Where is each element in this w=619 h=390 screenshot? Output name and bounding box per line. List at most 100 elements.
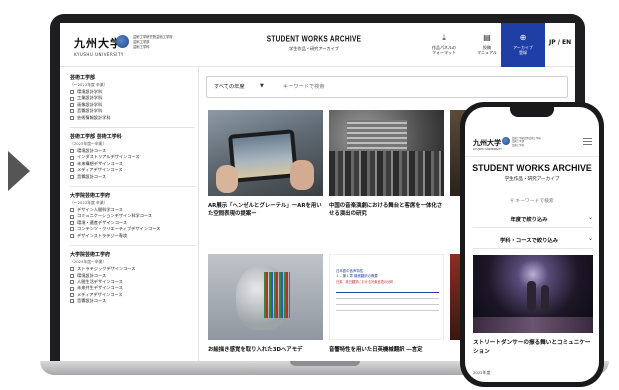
checkbox-icon — [70, 221, 74, 226]
divider — [70, 245, 195, 247]
play-arrow-icon — [8, 151, 30, 191]
phone-title-jp: 学生作品・研究アーカイブ — [504, 177, 560, 182]
phone-title-en: STUDENT WORKS ARCHIVE — [472, 163, 592, 173]
checkbox-icon — [70, 90, 74, 95]
checkbox-icon — [70, 155, 74, 160]
phone-card-year: 2022年度 — [473, 370, 491, 375]
divider — [465, 156, 599, 157]
plus-circle-icon: ⊕ — [519, 33, 527, 42]
card-caption: お絵描き感覚を取り入れた3Dヘアモデ — [208, 347, 303, 353]
site-title-jp: 学生作品・研究アーカイブ — [289, 46, 339, 51]
filter-year-toggle[interactable]: 年度で絞り込み ⌄ — [473, 210, 593, 228]
checkbox-item[interactable]: 音響設計コース — [70, 298, 198, 304]
filter-group: 芸術工学部 （〜2022年度 卒業） 環境設計学科 工業設計学科 画像設計学科 … — [70, 75, 198, 121]
nav-archive-register[interactable]: ⊕ アーカイブ 登録 — [501, 23, 545, 67]
filter-group: 大学院芸術工学府 （2023年度〜卒業） ストラテジックデザインコース 環境設計… — [70, 252, 198, 304]
nav-label: 作品パネルの フォーマット — [432, 45, 456, 55]
card-image: 日本語の音声特性 １．第１章 機械翻訳の概要 日英、英日翻訳における対象言語の分… — [329, 254, 444, 340]
chevron-down-icon: ⌄ — [587, 235, 593, 242]
card-image — [329, 110, 444, 196]
checkbox-icon — [70, 214, 74, 219]
checkbox-icon — [70, 233, 74, 238]
university-emblem-icon — [116, 35, 129, 48]
search-filter-bar: すべての年度 ▼ キーワードで検索 — [206, 76, 568, 98]
checkbox-icon — [70, 267, 74, 272]
phone-search-input[interactable]: ⚲ キーワードで検索 — [465, 197, 599, 204]
laptop-base-notch — [290, 361, 360, 366]
filter-course-label: 学科・コースで絞り込み — [499, 238, 558, 244]
checkbox-label: 音響設計コース — [77, 173, 107, 179]
group-title: 芸術工学部 — [70, 75, 96, 81]
crowd-graphic — [329, 151, 444, 196]
caret-down-icon[interactable]: ▼ — [260, 83, 264, 89]
checkbox-icon — [70, 208, 74, 213]
keyword-search-input[interactable]: キーワードで検索 — [283, 83, 325, 90]
work-card[interactable]: お絵描き感覚を取り入れた3Dヘアモデ — [208, 254, 323, 354]
download-icon: ⤓ — [442, 33, 446, 42]
checkbox-icon — [70, 109, 74, 114]
phone-logo-en: KYUSHU UNIVERSITY — [473, 147, 502, 151]
checkbox-icon — [70, 174, 74, 179]
dancer-graphic — [527, 281, 536, 311]
university-emblem-icon — [502, 137, 510, 145]
filter-year-label: 年度で絞り込み — [510, 217, 548, 223]
checkbox-item[interactable]: 芸術情報設計学科 — [70, 115, 198, 121]
divider — [70, 127, 195, 129]
checkbox-label: デザインストラテジー専攻 — [77, 232, 128, 238]
work-card[interactable]: 日本語の音声特性 １．第１章 機械翻訳の概要 日英、英日翻訳における対象言語の分… — [329, 254, 444, 354]
group-years: （2023年度〜卒業） — [70, 259, 107, 265]
checkbox-item[interactable]: 音響設計コース — [70, 174, 198, 180]
chevron-down-icon: ⌄ — [587, 214, 593, 221]
sidebar-filter: 芸術工学部 （〜2022年度 卒業） 環境設計学科 工業設計学科 画像設計学科 … — [60, 67, 199, 361]
checkbox-icon — [70, 299, 74, 304]
checkbox-icon — [70, 103, 74, 108]
hand-graphic — [290, 160, 314, 190]
hair-strands-graphic — [264, 272, 290, 318]
year-select[interactable]: すべての年度 — [214, 83, 245, 90]
divider — [70, 186, 195, 188]
checkbox-icon — [70, 280, 74, 285]
nav-label: 投稿 マニュアル — [477, 45, 497, 55]
checkbox-icon — [70, 96, 74, 101]
group-years: （〜2022年度 卒業） — [70, 82, 108, 87]
card-caption: AR展示「ヘンゼルとグレーテル」ーARを用いた空間表現の提案ー — [208, 203, 322, 217]
group-title: 大学院芸術工学府 — [70, 252, 111, 259]
phone-card-caption: ストリートダンサーの振る舞いとコミュニケーション — [473, 340, 591, 355]
group-years: （〜2022年度 卒業） — [70, 200, 108, 206]
checkbox-icon — [70, 292, 74, 297]
checkbox-icon — [70, 149, 74, 154]
site-title-en: STUDENT WORKS ARCHIVE — [266, 34, 362, 45]
nav-panel-format[interactable]: ⤓ 作品パネルの フォーマット — [422, 23, 466, 67]
filter-group: 大学院芸術工学府 （〜2022年度 卒業） デザイン人間科学コース コミュニケー… — [70, 193, 198, 239]
checkbox-icon — [70, 115, 74, 120]
doc-table — [336, 287, 439, 311]
site-header: 九州大学 KYUSHU UNIVERSITY 芸術工学研究院芸術工学府 芸術工学… — [60, 23, 575, 67]
phone-screen: 九州大学 KYUSHU UNIVERSITY 芸術工学研究院芸術工学府 芸術工学… — [465, 107, 599, 382]
checkbox-item[interactable]: デザインストラテジー専攻 — [70, 233, 198, 239]
site-title[interactable]: STUDENT WORKS ARCHIVE 学生作品・研究アーカイブ — [266, 34, 362, 52]
group-title: 大学院芸術工学府 — [70, 193, 111, 200]
stage-floor-graphic — [473, 317, 593, 333]
nav-label: アーカイブ 登録 — [513, 45, 533, 55]
group-title: 芸術工学部 芸術工学科 — [70, 134, 122, 141]
hand-graphic — [216, 165, 238, 193]
stage-graphic — [347, 120, 407, 152]
hamburger-menu-icon[interactable] — [583, 138, 592, 147]
checkbox-label: 芸術情報設計学科 — [77, 114, 111, 120]
language-switch[interactable]: JP / EN — [549, 39, 571, 46]
work-card[interactable]: 中国の音楽演劇における舞台と客席を一体化させる演出の研究 — [329, 110, 444, 218]
filter-group: 芸術工学部 芸術工学科 （2023年度〜卒業） 環境設計コース インダストリアル… — [70, 134, 198, 180]
checkbox-icon — [70, 168, 74, 173]
checkbox-icon — [70, 286, 74, 291]
dancer-graphic — [541, 285, 549, 311]
card-caption: 音響特性を用いた日英機械翻訳 ―言定 — [329, 347, 423, 353]
phone-notch — [510, 107, 554, 117]
work-card[interactable]: AR展示「ヘンゼルとグレーテル」ーARを用いた空間表現の提案ー — [208, 110, 323, 218]
logo-text-en: KYUSHU UNIVERSITY — [74, 52, 124, 57]
doc-heading: 日本語の音声特性 １．第１章 機械翻訳の概要 — [336, 269, 378, 278]
filter-course-toggle[interactable]: 学科・コースで絞り込み ⌄ — [473, 231, 593, 249]
phone-card-image[interactable] — [473, 255, 593, 333]
card-caption: 中国の音楽演劇における舞台と客席を一体化させる演出の研究 — [329, 203, 443, 217]
checkbox-icon — [70, 273, 74, 278]
phone-mockup: 九州大学 KYUSHU UNIVERSITY 芸術工学研究院芸術工学府 芸術工学… — [460, 102, 604, 387]
